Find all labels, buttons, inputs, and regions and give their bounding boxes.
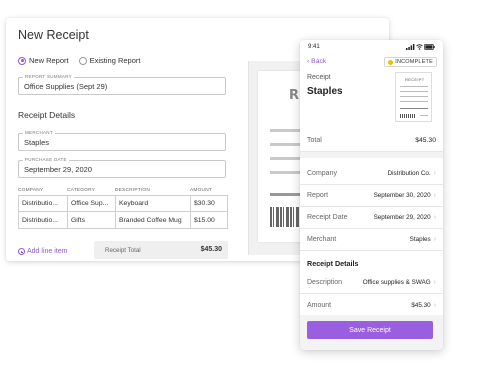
- thumb-title: RECEIPT: [405, 77, 425, 82]
- column-header: AMOUNT: [190, 187, 212, 193]
- row-label: Company: [307, 170, 337, 177]
- radio-label: New Report: [29, 56, 69, 65]
- total-value: $45.30: [415, 137, 436, 144]
- plus-circle-icon: [18, 248, 25, 255]
- back-label: Back: [311, 58, 327, 65]
- barcode-icon: [400, 114, 416, 118]
- thumb-line: [400, 86, 428, 88]
- thumb-line: [400, 108, 428, 110]
- row-value: Distribution Co.: [387, 170, 431, 177]
- row-label: Merchant: [307, 236, 337, 243]
- radio-label: Existing Report: [89, 56, 141, 65]
- report-type-radio-group: New Report Existing Report: [18, 56, 140, 65]
- receipt-date-row[interactable]: Receipt Date September 29, 2020 ›: [300, 207, 443, 229]
- back-button[interactable]: ‹ Back: [307, 58, 326, 65]
- table-row[interactable]: Distributio... Office Sup... Keyboard $3…: [18, 195, 228, 212]
- chevron-right-icon: ›: [433, 301, 436, 309]
- description-row[interactable]: Description Office supplies & SWAG ›: [300, 272, 443, 294]
- table-cell[interactable]: Branded Coffee Mug: [116, 212, 191, 228]
- vendor-name: Staples: [307, 86, 343, 97]
- report-row[interactable]: Report September 30, 2020 ›: [300, 185, 443, 207]
- status-bar: 9:41: [308, 44, 435, 50]
- radio-unselected-icon: [78, 56, 87, 65]
- thumb-line: [420, 115, 428, 117]
- table-cell[interactable]: $15.00: [191, 212, 227, 228]
- column-header: CATEGORY: [67, 187, 96, 193]
- field-label: PURCHASE DATE: [23, 157, 69, 162]
- receipt-total-label: Receipt Total: [105, 247, 141, 254]
- table-cell[interactable]: Gifts: [68, 212, 116, 228]
- table-cell[interactable]: Keyboard: [116, 196, 191, 211]
- receipt-label: Receipt: [307, 74, 331, 81]
- column-header: DESCRIPTION: [115, 187, 150, 193]
- field-value: September 29, 2020: [24, 165, 92, 174]
- row-value: Staples: [409, 236, 431, 243]
- report-summary-field[interactable]: REPORT SUMMARY Office Supplies (Sept 29): [18, 74, 226, 95]
- field-label: MERCHANT: [23, 130, 55, 135]
- status-icons: [406, 44, 435, 50]
- signal-icon: [406, 44, 415, 50]
- chevron-right-icon: ›: [433, 236, 436, 243]
- row-value: September 29, 2020: [373, 214, 431, 221]
- row-label: Report: [307, 192, 329, 199]
- row-value: September 30, 2020: [373, 192, 431, 199]
- chevron-right-icon: ›: [433, 170, 436, 177]
- table-row[interactable]: Distributio... Gifts Branded Coffee Mug …: [18, 212, 228, 229]
- chevron-right-icon: ›: [433, 214, 436, 221]
- new-report-radio[interactable]: New Report: [18, 56, 69, 65]
- receipt-details-heading: Receipt Details: [18, 110, 76, 120]
- line-items-table: COMPANY CATEGORY DESCRIPTION AMOUNT Dist…: [18, 185, 228, 229]
- warning-dot-icon: [388, 59, 394, 65]
- thumb-line: [400, 91, 428, 93]
- row-label: Receipt Date: [307, 214, 348, 221]
- row-label: Description: [307, 279, 343, 286]
- column-header: COMPANY: [18, 187, 44, 193]
- merchant-row[interactable]: Merchant Staples ›: [300, 229, 443, 251]
- add-line-item-button[interactable]: Add line item: [18, 248, 67, 255]
- status-badge-label: INCOMPLETE: [395, 59, 433, 65]
- table-cell[interactable]: Office Sup...: [68, 196, 116, 211]
- amount-row[interactable]: Amount $45.30 ›: [300, 294, 443, 316]
- save-receipt-button[interactable]: Save Receipt: [307, 321, 433, 339]
- merchant-field[interactable]: MERCHANT Staples: [18, 130, 226, 151]
- status-time: 9:41: [308, 44, 320, 50]
- mobile-receipt-screen: 9:41 ‹ Back INCOMPLETE Receipt Staples R…: [300, 40, 443, 350]
- page-title: New Receipt: [18, 28, 89, 42]
- row-value: Office supplies & SWAG: [362, 279, 431, 286]
- thumb-line: [400, 101, 428, 103]
- field-value: Staples: [24, 138, 50, 147]
- receipt-details-heading: Receipt Details: [307, 259, 359, 268]
- table-cell[interactable]: Distributio...: [19, 196, 68, 211]
- section-divider: [300, 152, 443, 158]
- add-line-item-label: Add line item: [27, 248, 68, 255]
- chevron-right-icon: ›: [433, 279, 436, 286]
- total-label: Total: [307, 137, 322, 144]
- row-label: Amount: [307, 301, 332, 309]
- save-bar: Save Receipt: [300, 315, 443, 350]
- receipt-total: Receipt Total $45.30: [94, 241, 228, 259]
- wifi-icon: [416, 44, 423, 50]
- row-value: $45.30: [411, 301, 431, 309]
- table-cell[interactable]: Distributio...: [19, 212, 68, 228]
- company-row[interactable]: Company Distribution Co. ›: [300, 163, 443, 185]
- table-header: COMPANY CATEGORY DESCRIPTION AMOUNT: [18, 185, 228, 195]
- chevron-right-icon: ›: [433, 192, 436, 199]
- field-value: Office Supplies (Sept 29): [24, 82, 108, 91]
- status-badge: INCOMPLETE: [384, 57, 437, 67]
- receipt-total-value: $45.30: [200, 246, 222, 253]
- field-label: REPORT SUMMARY: [23, 74, 74, 79]
- existing-report-radio[interactable]: Existing Report: [78, 56, 141, 65]
- table-cell[interactable]: $30.30: [191, 196, 227, 211]
- purchase-date-field[interactable]: PURCHASE DATE September 29, 2020: [18, 157, 226, 178]
- receipt-thumbnail[interactable]: RECEIPT: [395, 72, 432, 122]
- battery-icon: [424, 44, 435, 50]
- total-row: Total $45.30: [300, 130, 443, 152]
- radio-selected-icon: [18, 56, 26, 65]
- thumb-line: [400, 96, 428, 98]
